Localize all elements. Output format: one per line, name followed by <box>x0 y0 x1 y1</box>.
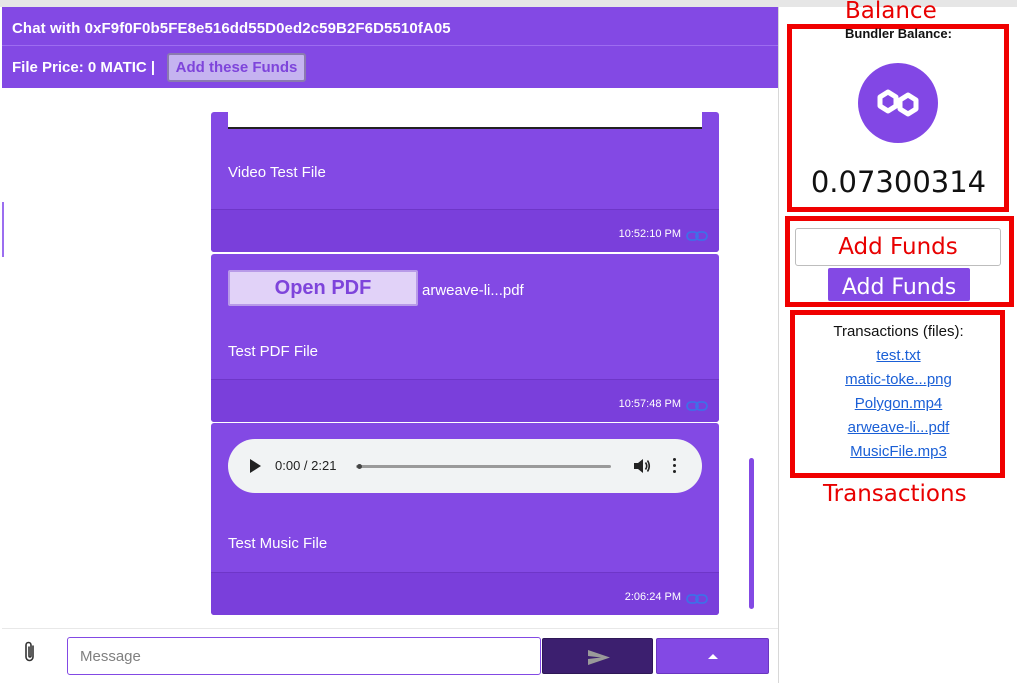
message-composer <box>2 628 778 683</box>
message-footer: 10:52:10 PM <box>211 209 719 252</box>
transaction-link[interactable]: Polygon.mp4 <box>779 395 1017 412</box>
transaction-link[interactable]: MusicFile.mp3 <box>779 443 1017 460</box>
message-footer: 2:06:24 PM <box>211 572 719 615</box>
send-button[interactable] <box>542 638 653 674</box>
pdf-file-name: arweave-li...pdf <box>422 282 524 299</box>
chat-title: Chat with 0xF9f0F0b5FE8e516dd55D0ed2c59B… <box>12 20 451 37</box>
transaction-link[interactable]: test.txt <box>779 347 1017 364</box>
audio-player: 0:00 / 2:21 <box>228 439 702 493</box>
paperclip-icon[interactable] <box>22 640 38 664</box>
message-timestamp: 2:06:24 PM <box>624 591 681 603</box>
message-bubble-video: Video Test File 10:52:10 PM <box>211 112 719 252</box>
scroll-up-button[interactable] <box>656 638 769 674</box>
message-footer: 10:57:48 PM <box>211 379 719 422</box>
wallet-sidebar: Balance Bundler Balance: 0.07300314 Add … <box>778 0 1017 683</box>
send-icon <box>588 650 610 665</box>
video-player[interactable] <box>228 112 702 129</box>
side-marker <box>2 202 4 257</box>
balance-annotation: Balance <box>845 0 937 24</box>
open-pdf-button[interactable]: Open PDF <box>228 270 418 306</box>
message-list[interactable]: Video Test File 10:52:10 PM Open PDF arw… <box>2 88 778 628</box>
link-icon[interactable] <box>686 593 708 605</box>
chevron-up-icon <box>708 654 718 659</box>
transaction-link[interactable]: arweave-li...pdf <box>779 419 1017 436</box>
more-vert-icon[interactable] <box>673 458 677 474</box>
message-bubble-audio: 0:00 / 2:21 Test Music File 2:06:24 PM <box>211 423 719 615</box>
add-these-funds-button[interactable]: Add these Funds <box>167 53 306 82</box>
audio-progress-knob[interactable] <box>357 464 362 469</box>
transactions-annotation: Transactions <box>823 481 967 507</box>
message-input[interactable] <box>67 637 541 675</box>
message-caption: Video Test File <box>228 164 326 181</box>
chat-pane: Chat with 0xF9f0F0b5FE8e516dd55D0ed2c59B… <box>2 7 778 683</box>
audio-time: 0:00 / 2:21 <box>275 458 337 473</box>
transaction-link[interactable]: matic-toke...png <box>779 371 1017 388</box>
add-funds-input[interactable] <box>795 228 1001 266</box>
transactions-title: Transactions (files): <box>833 323 964 340</box>
audio-progress-track[interactable] <box>356 465 611 468</box>
link-icon[interactable] <box>686 400 708 412</box>
message-timestamp: 10:52:10 PM <box>618 228 681 240</box>
message-list-scrollbar[interactable] <box>749 458 754 609</box>
add-funds-button[interactable]: Add Funds <box>828 268 970 301</box>
link-icon[interactable] <box>686 230 708 242</box>
volume-icon[interactable] <box>633 458 651 474</box>
polygon-matic-logo <box>858 63 938 143</box>
chat-header: Chat with 0xF9f0F0b5FE8e516dd55D0ed2c59B… <box>2 7 778 46</box>
file-price-bar: File Price: 0 MATIC | Add these Funds <box>2 46 778 88</box>
play-icon[interactable] <box>250 459 261 473</box>
message-caption: Test PDF File <box>228 343 319 360</box>
file-price-label: File Price: 0 MATIC | <box>12 59 156 76</box>
balance-value: 0.07300314 <box>810 165 987 199</box>
balance-title: Bundler Balance: <box>845 26 952 41</box>
message-caption: Test Music File <box>228 535 328 552</box>
message-timestamp: 10:57:48 PM <box>618 398 681 410</box>
message-bubble-pdf: Open PDF arweave-li...pdf Test PDF File … <box>211 254 719 422</box>
